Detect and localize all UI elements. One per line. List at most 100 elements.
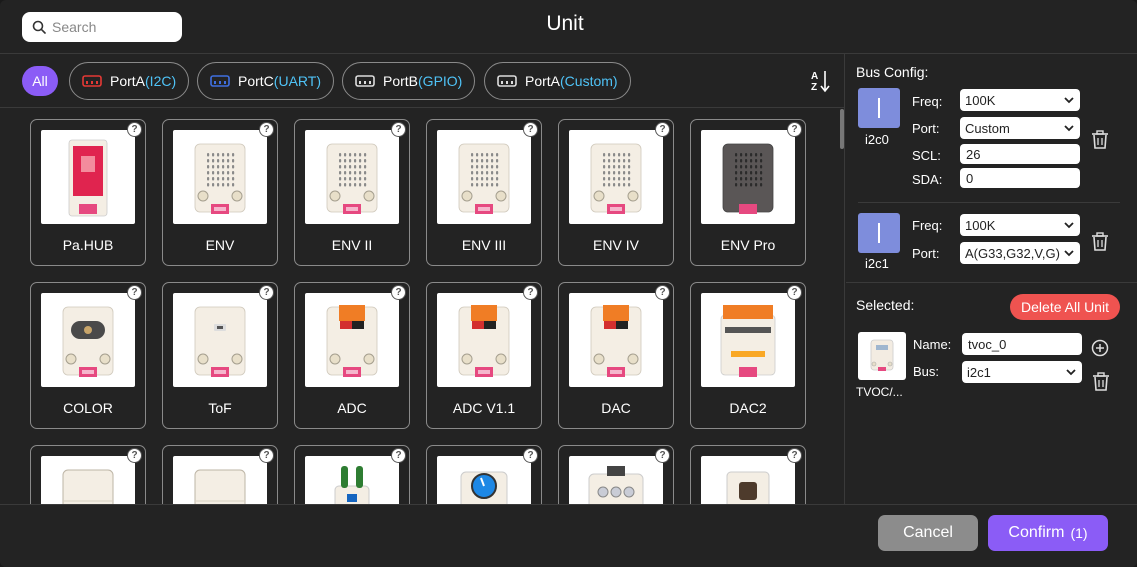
sda-label: SDA: [912,172,943,187]
config-panel: Bus Config: i2c0 Freq: 100K Port: Custom… [846,54,1137,504]
env-sensor-image [437,130,531,224]
grid-scrollbar[interactable] [840,109,844,149]
selected-unit-thumbnail [858,332,906,380]
env-sensor-image [305,130,399,224]
confirm-label: Confirm [1008,524,1065,541]
filter-porta-i2c-chip[interactable]: PortA (I2C) [69,62,190,100]
unit-card[interactable]: ? ToF [162,282,278,429]
unit-card[interactable]: ? Pa.HUB [30,119,146,266]
help-icon[interactable]: ? [655,448,670,463]
help-icon[interactable]: ? [523,122,538,137]
sort-az-icon[interactable]: A Z [810,69,832,93]
freq-label: Freq: [912,94,943,109]
unit-dialog: Unit All PortA(I2C) PortC(UART) PortB(GP… [0,0,1137,567]
help-icon[interactable]: ? [391,448,406,463]
unit-card-label: ADC V1.1 [452,400,516,416]
plug-black-icon [355,75,375,87]
unit-card[interactable]: ? ENV II [294,119,410,266]
help-icon[interactable]: ? [259,122,274,137]
trash-icon[interactable] [1092,372,1110,392]
help-icon[interactable]: ? [787,285,802,300]
confirm-button[interactable]: Confirm (1) [988,515,1108,551]
help-icon[interactable]: ? [127,285,142,300]
plug-red-icon [82,75,102,87]
help-icon[interactable]: ? [655,285,670,300]
unit-card[interactable]: ? ADC [294,282,410,429]
help-icon[interactable]: ? [127,122,142,137]
unit-card-label: COLOR [63,400,113,416]
unit-bus-select[interactable]: i2c1 [962,361,1082,383]
bus-i2c0-icon [858,88,900,128]
relay-unit-image [305,456,399,504]
button-unit-image [569,456,663,504]
bus-config-title: Bus Config: [856,64,929,80]
filter-portb-gpio-chip[interactable]: PortB (GPIO) [342,62,476,100]
chevron-down-icon [1064,222,1074,229]
dialog-header: Unit [0,0,1137,54]
freq-label: Freq: [912,218,943,233]
unit-card[interactable]: ? DAC [558,282,674,429]
i2c0-freq-select[interactable]: 100K [960,89,1080,111]
unit-card[interactable]: ? [690,445,806,504]
color-sensor-image [41,293,135,387]
i2c1-freq-select[interactable]: 100K [960,214,1080,236]
svg-text:A: A [811,71,818,82]
adc-unit-image [437,293,531,387]
i2c0-sda-input[interactable]: 0 [960,168,1080,188]
help-icon[interactable]: ? [787,122,802,137]
delete-all-unit-button[interactable]: Delete All Unit [1010,294,1120,320]
i2c0-scl-input[interactable]: 26 [960,144,1080,164]
unit-card[interactable]: ? [426,445,542,504]
env-sensor-image [173,130,267,224]
unit-name-input[interactable]: tvoc_0 [962,333,1082,355]
unit-card[interactable]: ? ENV Pro [690,119,806,266]
unit-card[interactable]: ? ENV [162,119,278,266]
unit-image [173,456,267,504]
dialog-title: Unit [546,12,584,35]
unit-card[interactable]: ? ENV IV [558,119,674,266]
unit-card[interactable]: ? COLOR [30,282,146,429]
env-pro-image [701,130,795,224]
cancel-button[interactable]: Cancel [878,515,978,551]
unit-card[interactable]: ? [294,445,410,504]
i2c1-port-select[interactable]: A(G33,G32,V,G) [960,242,1080,264]
help-icon[interactable]: ? [787,448,802,463]
plug-blue-icon [210,75,230,87]
env-sensor-image [569,130,663,224]
help-icon[interactable]: ? [259,448,274,463]
chip-port-name: PortC [238,73,274,89]
plug-white-icon [497,75,517,87]
unit-card[interactable]: ? ENV III [426,119,542,266]
i2c0-port-select[interactable]: Custom [960,117,1080,139]
unit-card-label: ToF [208,400,232,416]
chip-port-name: PortA [525,73,561,89]
section-divider [846,282,1137,283]
unit-card-label: Pa.HUB [62,237,114,253]
trash-icon[interactable] [1091,130,1109,150]
selected-title: Selected: [856,297,915,313]
help-icon[interactable]: ? [391,122,406,137]
scl-label: SCL: [912,148,941,163]
help-icon[interactable]: ? [523,448,538,463]
help-icon[interactable]: ? [259,285,274,300]
trash-icon[interactable] [1091,232,1109,252]
help-icon[interactable]: ? [655,122,670,137]
unit-card[interactable]: ? [30,445,146,504]
chevron-down-icon [1066,369,1076,376]
chip-port-name: PortA [110,73,146,89]
help-icon[interactable]: ? [523,285,538,300]
help-icon[interactable]: ? [391,285,406,300]
help-icon[interactable]: ? [127,448,142,463]
unit-card[interactable]: ? [162,445,278,504]
unit-card[interactable]: ? [558,445,674,504]
chevron-down-icon [1064,125,1074,132]
unit-card[interactable]: ? ADC V1.1 [426,282,542,429]
unit-card[interactable]: ? DAC2 [690,282,806,429]
filter-portc-uart-chip[interactable]: PortC (UART) [197,62,334,100]
select-value: A(G33,G32,V,G) [965,245,1060,261]
selected-unit-caption: TVOC/... [856,385,903,399]
filter-porta-custom-chip[interactable]: PortA (Custom) [484,62,631,100]
filter-all-button[interactable]: All [22,66,58,96]
chevron-down-icon [1064,97,1074,104]
add-circle-icon[interactable] [1091,339,1109,357]
